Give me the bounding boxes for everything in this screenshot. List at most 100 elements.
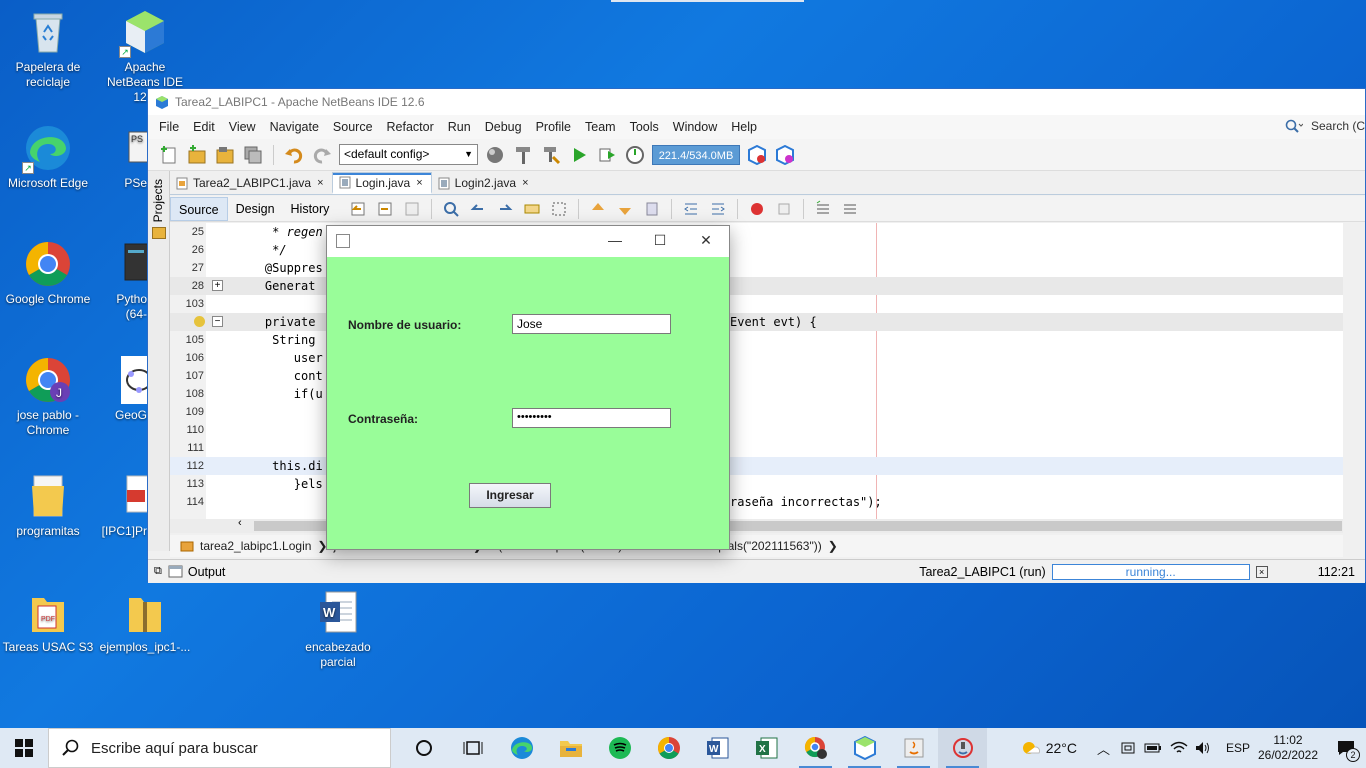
expand-fold-icon[interactable]: + <box>212 280 223 291</box>
username-field[interactable]: Jose <box>512 314 671 334</box>
desktop-icon-recycle-bin[interactable]: Papelera de reciclaje <box>0 8 96 90</box>
memory-usage-indicator[interactable]: 221.4/534.0MB <box>652 144 740 165</box>
menu-edit[interactable]: Edit <box>186 120 222 134</box>
find-previous-icon[interactable] <box>467 198 489 220</box>
new-project-icon[interactable] <box>186 144 208 166</box>
undo-icon[interactable] <box>283 144 305 166</box>
menu-source[interactable]: Source <box>326 120 380 134</box>
menu-help[interactable]: Help <box>724 120 764 134</box>
chrome-taskbar-icon[interactable] <box>644 728 693 768</box>
shift-left-icon[interactable] <box>680 198 702 220</box>
spotify-icon[interactable] <box>595 728 644 768</box>
menu-profile[interactable]: Profile <box>529 120 578 134</box>
start-macro-icon[interactable] <box>746 198 768 220</box>
comment-icon[interactable] <box>812 198 834 220</box>
battery-icon[interactable] <box>1144 741 1162 755</box>
edge-taskbar-icon[interactable] <box>497 728 546 768</box>
browser-globe-icon[interactable] <box>484 144 506 166</box>
breadcrumb-item[interactable]: tarea2_labipc1.Login <box>200 539 311 553</box>
chevron-up-icon[interactable]: ︿ <box>1097 739 1110 758</box>
desktop-icon-geogebra[interactable]: GeoG <box>97 356 147 423</box>
close-icon[interactable]: ✕ <box>696 232 716 249</box>
menu-run[interactable]: Run <box>441 120 478 134</box>
menu-file[interactable]: File <box>152 120 186 134</box>
gc-profiler-icon[interactable] <box>746 144 768 166</box>
redo-icon[interactable] <box>311 144 333 166</box>
desktop-icon-programitas[interactable]: programitas <box>0 472 96 539</box>
submit-button[interactable]: Ingresar <box>469 483 551 508</box>
taskbar-search[interactable]: Escribe aquí para buscar <box>48 728 391 768</box>
save-all-icon[interactable] <box>242 144 264 166</box>
cancel-task-icon[interactable]: × <box>1255 565 1268 578</box>
close-icon[interactable]: × <box>416 177 422 189</box>
run-icon[interactable] <box>568 144 590 166</box>
menu-debug[interactable]: Debug <box>478 120 529 134</box>
menu-window[interactable]: Window <box>666 120 724 134</box>
find-next-icon[interactable] <box>494 198 516 220</box>
tab-login[interactable]: Login.java × <box>331 172 432 194</box>
desktop-icon-python[interactable]: Pytho (64- <box>97 240 147 322</box>
java-app-taskbar-icon[interactable] <box>938 728 987 768</box>
files-folder-icon[interactable] <box>152 227 166 239</box>
desktop-icon-edge[interactable]: ↗ Microsoft Edge <box>0 124 96 191</box>
desktop-icon-ejemplos[interactable]: ejemplos_ipc1-... <box>97 588 193 655</box>
desktop-icon-encabezado[interactable]: W encabezado parcial <box>290 588 386 670</box>
clock[interactable]: 11:02 26/02/2022 <box>1250 733 1326 763</box>
desktop-icon-pse[interactable]: PS PSe <box>97 124 147 191</box>
desktop-icon-tareas[interactable]: PDF Tareas USAC S3 <box>0 588 96 655</box>
build-hammer-icon[interactable] <box>512 144 534 166</box>
notification-center[interactable]: 2 <box>1326 728 1366 768</box>
menu-view[interactable]: View <box>222 120 263 134</box>
profile-icon[interactable] <box>624 144 646 166</box>
stop-macro-icon[interactable] <box>773 198 795 220</box>
ide-search[interactable]: Search (C <box>1285 119 1365 133</box>
uncomment-icon[interactable] <box>839 198 861 220</box>
menu-tools[interactable]: Tools <box>623 120 666 134</box>
warning-icon[interactable] <box>194 316 205 327</box>
debug-icon[interactable] <box>596 144 618 166</box>
chrome-profile-taskbar-icon[interactable] <box>791 728 840 768</box>
word-taskbar-icon[interactable]: W <box>693 728 742 768</box>
tab-design[interactable]: Design <box>228 197 283 221</box>
weather-icon[interactable] <box>1020 738 1040 758</box>
netbeans-taskbar-icon[interactable] <box>840 728 889 768</box>
restore-window-icon[interactable]: ⧉ <box>154 565 162 578</box>
tab-login2[interactable]: Login2.java × <box>432 172 537 194</box>
password-field[interactable]: ••••••••• <box>512 408 671 428</box>
last-edit-icon[interactable] <box>347 198 369 220</box>
desktop-icon-chrome[interactable]: Google Chrome <box>0 240 96 307</box>
toggle-highlight-icon[interactable] <box>521 198 543 220</box>
scroll-left-icon[interactable]: ‹ <box>238 517 242 529</box>
run-status-label[interactable]: Tarea2_LABIPC1 (run) <box>919 565 1045 579</box>
new-file-icon[interactable] <box>158 144 180 166</box>
start-button[interactable] <box>0 728 48 768</box>
java-taskbar-icon[interactable] <box>889 728 938 768</box>
open-project-icon[interactable] <box>214 144 236 166</box>
tab-source[interactable]: Source <box>170 196 228 221</box>
config-select[interactable]: <default config> ▼ <box>339 144 478 165</box>
meet-now-icon[interactable] <box>1120 740 1136 756</box>
next-bookmark-icon[interactable] <box>614 198 636 220</box>
maximize-icon[interactable]: ☐ <box>650 232 670 249</box>
cortana-icon[interactable] <box>399 728 448 768</box>
desktop-icon-chrome-profile[interactable]: J jose pablo - Chrome <box>0 356 96 438</box>
prev-bookmark-icon[interactable] <box>587 198 609 220</box>
toggle-bookmark-icon[interactable] <box>641 198 663 220</box>
snapshot-profiler-icon[interactable] <box>774 144 796 166</box>
close-icon[interactable]: × <box>317 177 323 189</box>
tab-tarea2[interactable]: Tarea2_LABIPC1.java × <box>170 172 332 194</box>
shift-right-icon[interactable] <box>707 198 729 220</box>
file-explorer-icon[interactable] <box>546 728 595 768</box>
menu-team[interactable]: Team <box>578 120 623 134</box>
desktop-icon-ipc1-pdf[interactable]: [IPC1]Pr <box>97 472 147 539</box>
forward-icon[interactable] <box>401 198 423 220</box>
minimize-icon[interactable]: — <box>605 232 625 248</box>
menu-navigate[interactable]: Navigate <box>263 120 326 134</box>
output-tab[interactable]: Output <box>188 565 226 579</box>
rect-selection-icon[interactable] <box>548 198 570 220</box>
projects-tab[interactable]: Projects <box>151 179 165 222</box>
tab-history[interactable]: History <box>283 197 338 221</box>
excel-taskbar-icon[interactable]: X <box>742 728 791 768</box>
back-icon[interactable] <box>374 198 396 220</box>
menu-refactor[interactable]: Refactor <box>380 120 441 134</box>
